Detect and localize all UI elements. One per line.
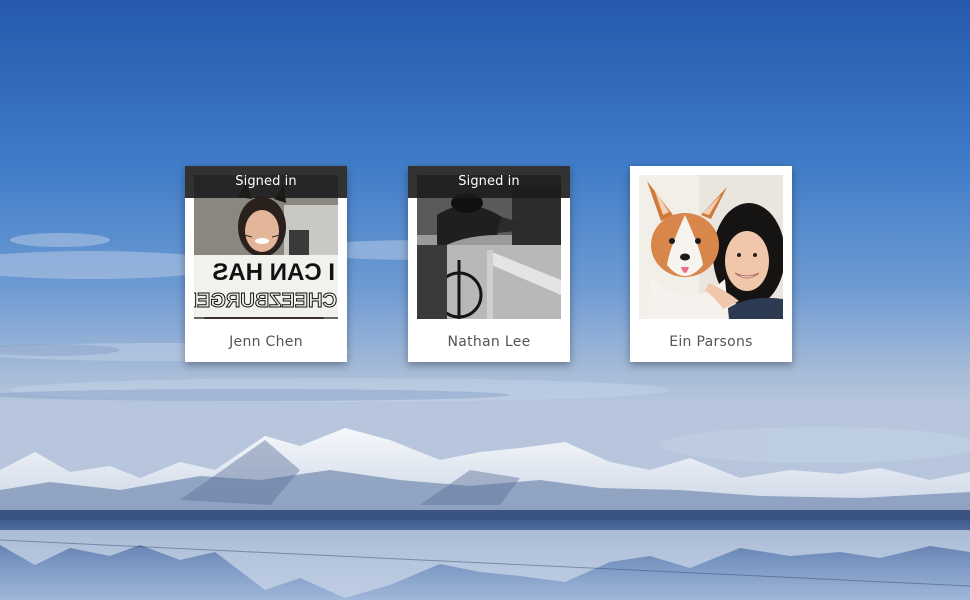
avatar: [639, 175, 783, 319]
signed-in-badge: Signed in: [185, 166, 347, 198]
profile-photo-icon: [639, 175, 783, 319]
sign-text-line-2: CHEEZBURGER: [194, 290, 337, 312]
user-card-ein-parsons[interactable]: Ein Parsons: [630, 166, 792, 362]
user-card-nathan-lee[interactable]: Signed in Nathan Lee: [408, 166, 570, 362]
sign-text-line-1: I CAN HAS: [212, 259, 335, 286]
user-name: Jenn Chen: [229, 334, 303, 350]
user-card-jenn-chen[interactable]: I CAN HAS CHEEZBURGER Signed in Jenn Che…: [185, 166, 347, 362]
user-list: I CAN HAS CHEEZBURGER Signed in Jenn Che…: [185, 166, 793, 363]
user-name: Ein Parsons: [669, 334, 753, 350]
user-name: Nathan Lee: [447, 334, 531, 350]
signed-in-badge: Signed in: [408, 166, 570, 198]
lock-screen: I CAN HAS CHEEZBURGER Signed in Jenn Che…: [0, 0, 970, 600]
